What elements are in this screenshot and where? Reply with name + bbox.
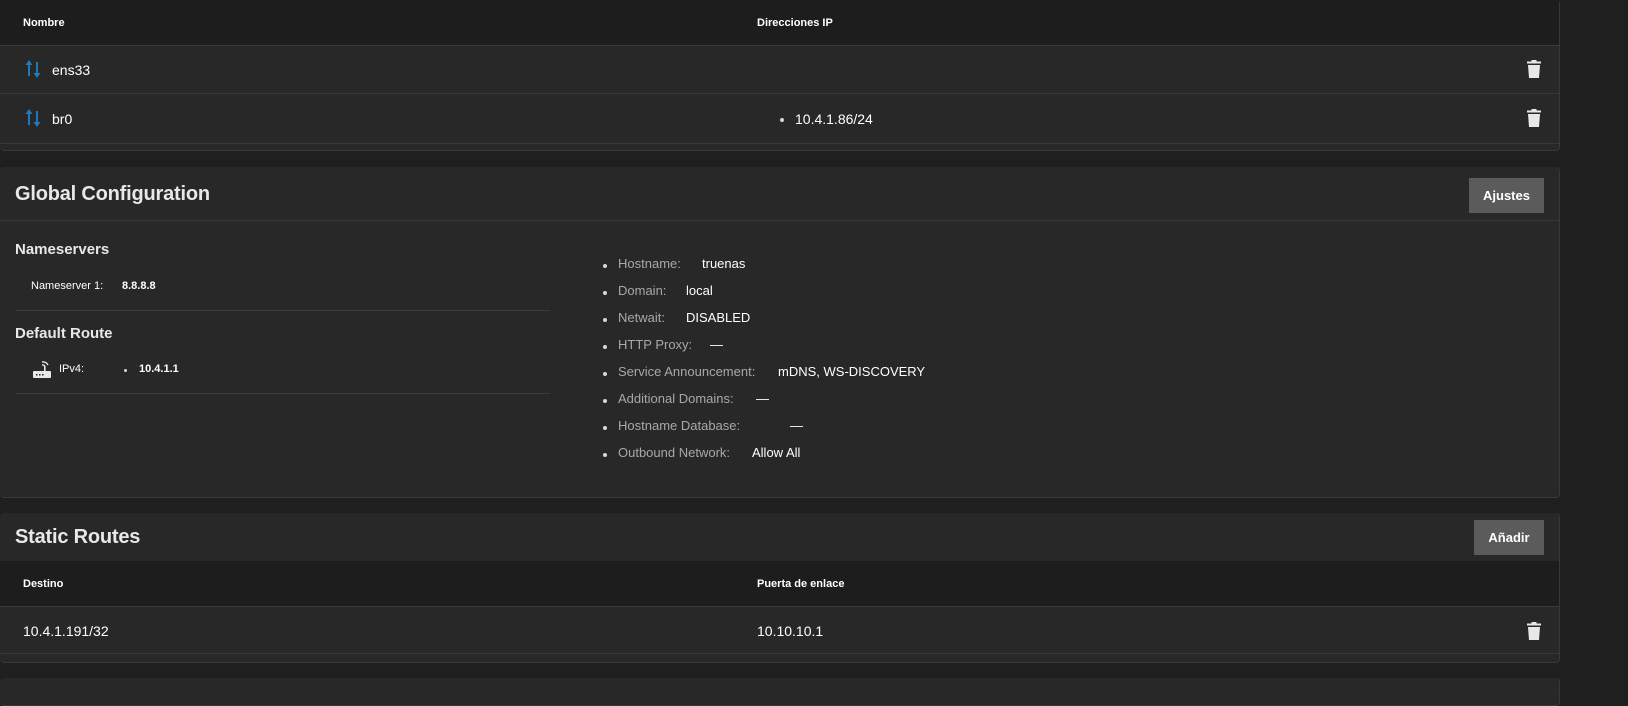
additional-domains-value: — xyxy=(756,391,769,406)
netwait-label: Netwait: xyxy=(618,310,665,325)
service-announcement-label: Service Announcement: xyxy=(618,364,756,379)
domain-label: Domain: xyxy=(618,283,667,298)
list-bullet xyxy=(603,318,607,322)
interface-ip: 10.4.1.86/24 xyxy=(795,111,873,127)
ipv4-value: 10.4.1.1 xyxy=(139,363,179,375)
list-bullet xyxy=(780,118,784,122)
outbound-network-label: Outbound Network: xyxy=(618,445,731,460)
next-card-edge xyxy=(0,678,1560,706)
static-routes-card: Static Routes Añadir Destino Puerta de e… xyxy=(0,513,1560,663)
nameservers-title: Nameservers xyxy=(15,241,110,258)
netwait-value: DISABLED xyxy=(686,310,751,325)
list-bullet xyxy=(603,264,607,268)
service-announcement-value: mDNS, WS-DISCOVERY xyxy=(778,364,926,379)
hostname-label: Hostname: xyxy=(618,256,681,271)
hostname-database-value: — xyxy=(790,418,803,433)
domain-value: local xyxy=(686,283,713,298)
interfaces-table-header: Nombre Direcciones IP xyxy=(0,0,1559,46)
route-gateway: 10.10.10.1 xyxy=(757,623,824,639)
list-bullet xyxy=(603,426,607,430)
additional-domains-label: Additional Domains: xyxy=(618,391,734,406)
table-row[interactable]: br0 10.4.1.86/24 xyxy=(0,94,1559,144)
divider xyxy=(0,220,1559,221)
interface-updown-icon xyxy=(25,60,41,78)
divider xyxy=(15,310,550,311)
divider xyxy=(15,393,550,394)
ipv4-label: IPv4: xyxy=(59,363,85,375)
interface-updown-icon xyxy=(25,109,41,127)
card-title: Global Configuration xyxy=(15,183,210,205)
http-proxy-value: — xyxy=(710,337,723,352)
list-bullet xyxy=(124,369,127,372)
hostname-value: truenas xyxy=(702,256,746,271)
default-route-title: Default Route xyxy=(15,325,113,342)
routes-table-header: Destino Puerta de enlace xyxy=(0,561,1559,607)
list-bullet xyxy=(603,372,607,376)
global-configuration-card: Global Configuration Ajustes Nameservers… xyxy=(0,167,1560,498)
http-proxy-label: HTTP Proxy: xyxy=(618,337,693,352)
nameserver-value: 8.8.8.8 xyxy=(122,280,156,292)
router-icon xyxy=(33,361,51,378)
interfaces-card: Nombre Direcciones IP ens33 br0 10.4.1.8… xyxy=(0,0,1560,151)
list-bullet xyxy=(603,453,607,457)
outbound-network-value: Allow All xyxy=(752,445,801,460)
interface-name: ens33 xyxy=(52,62,91,78)
hostname-database-label: Hostname Database: xyxy=(618,418,741,433)
add-route-button[interactable]: Añadir xyxy=(1474,520,1544,555)
list-bullet xyxy=(603,291,607,295)
nameserver-label: Nameserver 1: xyxy=(31,280,104,292)
table-row[interactable]: ens33 xyxy=(0,47,1559,94)
column-header-ip[interactable]: Direcciones IP xyxy=(757,17,833,29)
list-bullet xyxy=(603,399,607,403)
interface-name: br0 xyxy=(52,111,73,127)
column-header-destination[interactable]: Destino xyxy=(23,578,63,590)
trash-icon[interactable] xyxy=(1527,109,1541,127)
trash-icon[interactable] xyxy=(1527,60,1541,78)
settings-button[interactable]: Ajustes xyxy=(1469,178,1544,213)
column-header-gateway[interactable]: Puerta de enlace xyxy=(757,578,844,590)
card-title: Static Routes xyxy=(15,526,141,548)
table-row[interactable]: 10.4.1.191/32 10.10.10.1 xyxy=(0,608,1559,654)
column-header-name[interactable]: Nombre xyxy=(23,17,65,29)
trash-icon[interactable] xyxy=(1527,622,1541,640)
list-bullet xyxy=(603,345,607,349)
route-destination: 10.4.1.191/32 xyxy=(23,623,109,639)
